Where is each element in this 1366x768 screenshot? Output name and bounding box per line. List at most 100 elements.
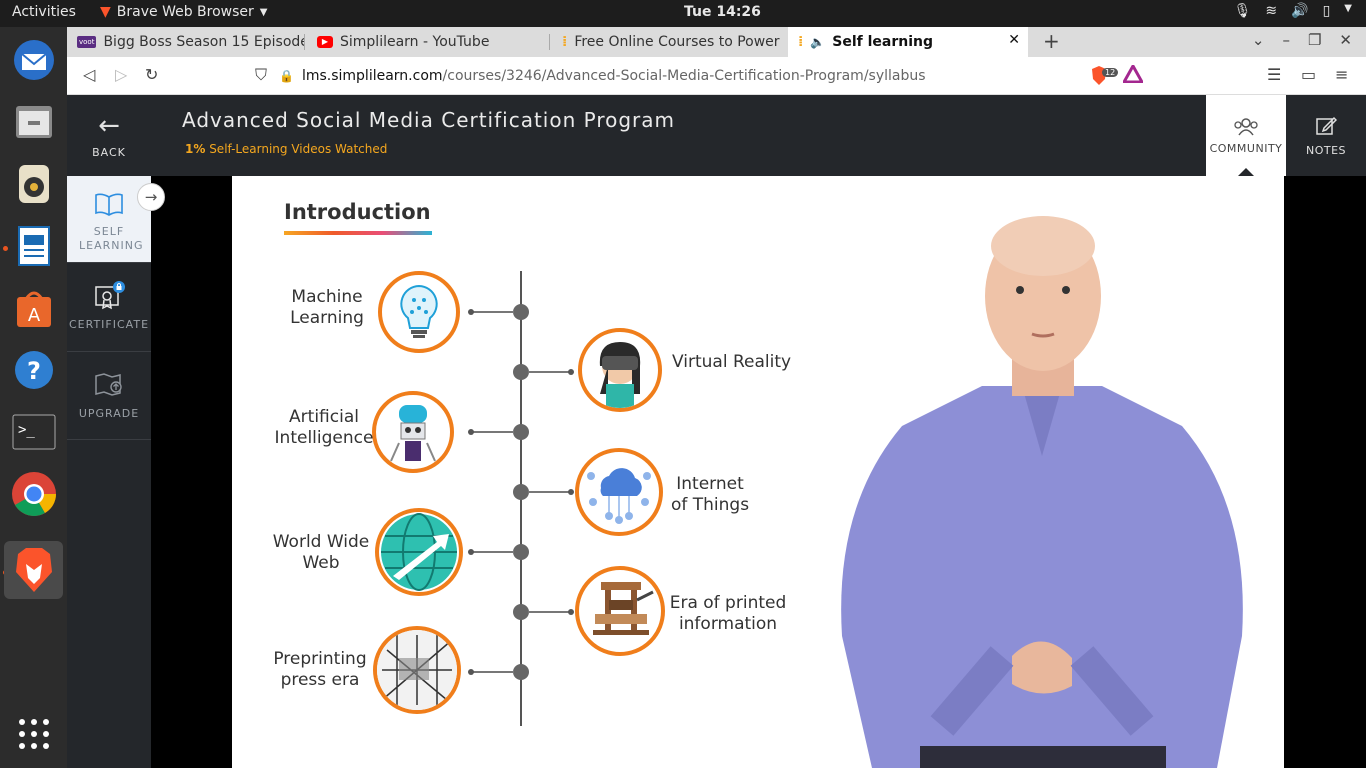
printing-press-icon — [575, 566, 665, 656]
help-icon: ? — [14, 351, 53, 389]
timeline-node — [513, 544, 529, 560]
terminal-icon: >_ — [12, 414, 55, 450]
notes-button[interactable]: NOTES — [1286, 95, 1366, 176]
presenter-person — [841, 216, 1243, 768]
maximize-button[interactable]: ❐ — [1308, 31, 1321, 49]
rhythmbox-launcher[interactable] — [4, 155, 63, 213]
connector-dot — [568, 609, 574, 615]
expand-sidebar-button[interactable]: → — [137, 183, 165, 211]
show-apps-button[interactable] — [4, 705, 63, 763]
wifi-icon: ≋ — [1265, 3, 1278, 19]
chevron-down-icon: ▼ — [1344, 3, 1352, 14]
thunderbird-icon — [13, 40, 54, 80]
svg-text:A: A — [27, 305, 40, 326]
url-field[interactable]: 🔒 lms.simplilearn.com/courses/3246/Advan… — [279, 62, 1149, 90]
wallet-icon[interactable]: ▭ — [1301, 65, 1316, 84]
active-pointer — [1238, 168, 1254, 176]
system-tray[interactable]: 🎙 ≋ 🔊 ▯ ▼ — [1234, 3, 1352, 19]
software-center-icon: A — [16, 291, 51, 327]
tab-search-icon[interactable]: ⌄ — [1252, 31, 1265, 49]
video-frame-slide: Introduction Machine Learning Artificial… — [232, 176, 1284, 768]
app-menu[interactable]: ▼ Brave Web Browser ▼ — [100, 4, 267, 20]
back-label: BACK — [92, 146, 126, 159]
upgrade-map-icon — [95, 373, 122, 396]
software-launcher[interactable]: A — [4, 279, 63, 337]
connector — [472, 311, 514, 313]
connector — [528, 491, 570, 493]
community-label: COMMUNITY — [1209, 142, 1283, 155]
new-tab-button[interactable]: + — [1043, 29, 1060, 53]
close-window-button[interactable]: ✕ — [1339, 31, 1352, 49]
progress-status: 1% Self-Learning Videos Watched — [185, 142, 387, 156]
video-player[interactable]: Introduction Machine Learning Artificial… — [151, 176, 1366, 768]
notes-label: NOTES — [1305, 144, 1347, 157]
course-title: Advanced Social Media Certification Prog… — [182, 108, 676, 132]
sidebar-item-upgrade[interactable]: UPGRADE — [67, 352, 151, 440]
connector-dot — [468, 669, 474, 675]
shield-count-badge: 12 — [1102, 67, 1119, 77]
connector-dot — [468, 429, 474, 435]
activities-button[interactable]: Activities — [12, 4, 76, 20]
brave-launcher[interactable] — [4, 541, 63, 599]
brave-icon: ▼ — [100, 4, 111, 20]
tab-label: Self learning — [832, 34, 934, 50]
course-sidebar: SELF LEARNING CERTIFICATE UPGRADE — [67, 176, 151, 768]
battery-icon: ▯ — [1322, 3, 1331, 19]
arrow-left-icon: ← — [98, 111, 120, 141]
tab-strip: voot Bigg Boss Season 15 Episode ▶ Simpl… — [67, 27, 1366, 57]
audio-playing-icon: 🔈 — [810, 35, 826, 49]
connector-dot — [568, 369, 574, 375]
chrome-icon — [11, 472, 56, 516]
brave-rewards-button[interactable] — [1121, 62, 1145, 87]
thunderbird-launcher[interactable] — [4, 31, 63, 89]
terminal-launcher[interactable]: >_ — [4, 403, 63, 461]
back-nav-button[interactable]: ◁ — [83, 65, 95, 84]
timeline-label-artificial-intelligence: Artificial Intelligence — [274, 407, 374, 448]
brave-lion-icon — [15, 548, 52, 592]
progress-percent: 1% — [185, 142, 206, 156]
connector-dot — [568, 489, 574, 495]
community-icon — [1234, 118, 1258, 136]
tab-label: Simplilearn - YouTube — [340, 34, 490, 50]
clock[interactable]: Tue 14:26 — [684, 4, 761, 20]
bookmark-icon[interactable]: ⛉ — [255, 65, 267, 85]
reload-button[interactable]: ↻ — [145, 65, 158, 84]
youtube-icon: ▶ — [317, 36, 333, 48]
tab-free-courses[interactable]: ⁞ Free Online Courses to Power — [552, 27, 788, 57]
writer-launcher[interactable] — [4, 217, 63, 275]
document-icon — [17, 226, 50, 266]
simplilearn-icon: ⁞ — [798, 34, 804, 50]
microphone-icon: 🎙 — [1233, 3, 1252, 19]
connector — [472, 671, 514, 673]
connector-dot — [468, 309, 474, 315]
timeline-node — [513, 424, 529, 440]
files-launcher[interactable] — [4, 93, 63, 151]
toolbar: ◁ ▷ ↻ ⛉ 🔒 lms.simplilearn.com/courses/32… — [67, 57, 1366, 95]
tab-bigg-boss[interactable]: voot Bigg Boss Season 15 Episode — [67, 27, 305, 57]
forward-nav-button[interactable]: ▷ — [115, 65, 127, 84]
timeline-label-internet-of-things: Internet of Things — [670, 474, 750, 515]
tab-label: Free Online Courses to Power — [574, 34, 780, 50]
open-book-icon — [95, 193, 123, 216]
robot-icon — [372, 391, 454, 473]
tab-self-learning[interactable]: ⁞ 🔈 Self learning ✕ — [788, 27, 1028, 57]
sidebar-item-certificate[interactable]: CERTIFICATE — [67, 263, 151, 352]
sidebar-item-label: UPGRADE — [78, 407, 140, 420]
close-tab-icon[interactable]: ✕ — [1008, 32, 1020, 48]
timeline-label-virtual-reality: Virtual Reality — [672, 352, 792, 372]
chrome-launcher[interactable] — [4, 465, 63, 523]
window-controls: ⌄ – ❐ ✕ — [1252, 31, 1352, 49]
system-top-bar: Activities ▼ Brave Web Browser ▼ Tue 14:… — [0, 0, 1366, 27]
playlist-icon[interactable]: ☰ — [1267, 65, 1281, 84]
printing-press-sketch-icon — [373, 626, 461, 714]
lightbulb-icon — [378, 271, 460, 353]
community-button[interactable]: COMMUNITY — [1206, 95, 1286, 176]
help-launcher[interactable]: ? — [4, 341, 63, 399]
back-button[interactable]: ← BACK — [67, 95, 151, 176]
minimize-button[interactable]: – — [1282, 31, 1290, 49]
brave-shields-button[interactable]: 12 — [1090, 66, 1119, 86]
chevron-down-icon: ▼ — [259, 6, 268, 18]
menu-icon[interactable]: ≡ — [1335, 65, 1348, 84]
tab-label: Bigg Boss Season 15 Episode — [103, 34, 305, 50]
tab-simplilearn-youtube[interactable]: ▶ Simplilearn - YouTube — [307, 27, 550, 57]
